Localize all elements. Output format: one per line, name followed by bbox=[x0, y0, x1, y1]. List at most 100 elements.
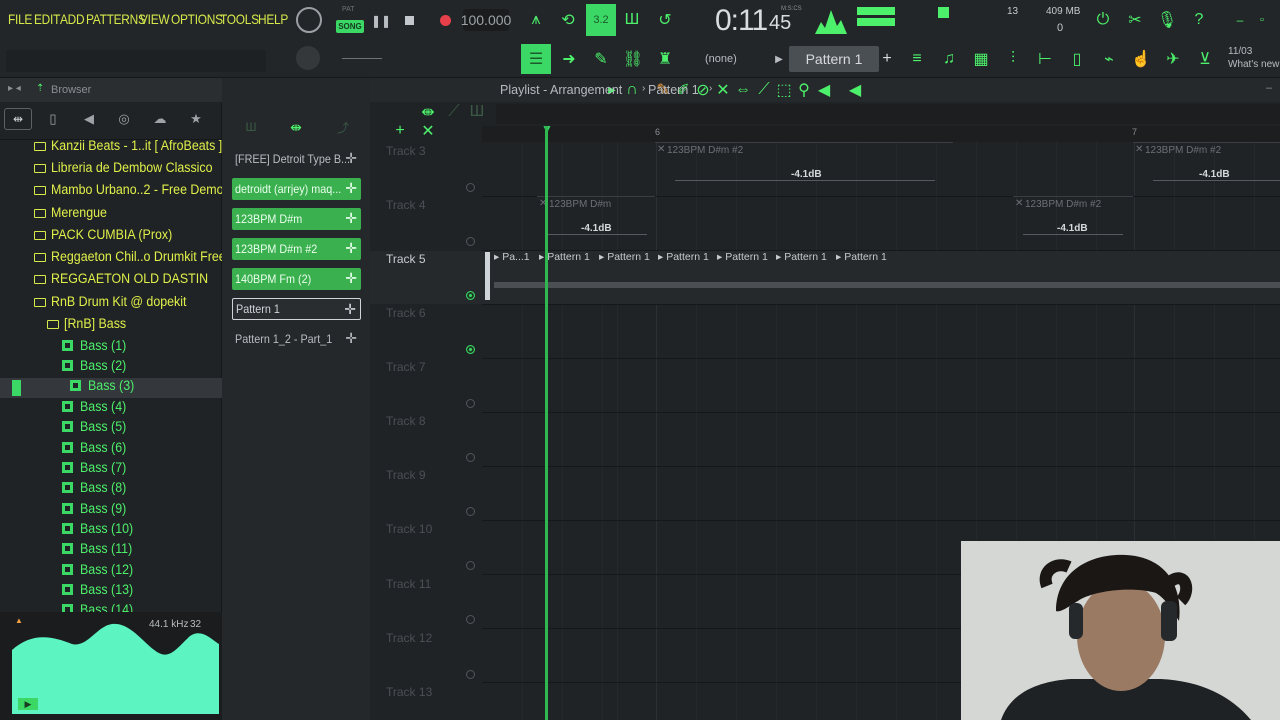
plugin-icon[interactable]: ⌁ bbox=[1097, 48, 1121, 70]
pattern-item[interactable]: Pattern 1_2 - Part_1 ✛ bbox=[232, 328, 361, 350]
track-name[interactable]: Track 11 bbox=[386, 577, 431, 591]
pattern-clip[interactable]: ▸ Pattern 1 bbox=[599, 251, 650, 301]
piano-roll-icon[interactable]: ♫ bbox=[937, 48, 961, 70]
picker-piano-icon[interactable]: Ш bbox=[242, 118, 260, 136]
playlist-icon[interactable]: ≡ bbox=[905, 48, 929, 70]
track-mute-led[interactable] bbox=[466, 237, 475, 246]
play-pattern-icon[interactable]: ▶ bbox=[772, 50, 786, 68]
loop-record-icon[interactable]: ↺ bbox=[652, 10, 678, 30]
picker-audio-icon[interactable]: ⇼ bbox=[285, 118, 307, 136]
remove-track-icon[interactable]: ✕ bbox=[420, 122, 436, 140]
cut-icon[interactable]: ✂ bbox=[1124, 10, 1146, 30]
arrow-right-icon[interactable]: ➜ bbox=[557, 48, 581, 70]
browser-file-item[interactable]: Bass (6) bbox=[0, 440, 222, 460]
track-mute-led[interactable] bbox=[466, 507, 475, 516]
browser-all-tab[interactable]: ⇹ bbox=[4, 108, 32, 130]
pattern-item[interactable]: 123BPM D#m #2 ✛ bbox=[232, 238, 361, 260]
pattern-clip[interactable]: ▸ Pa...1 bbox=[494, 251, 530, 301]
playlist-view-icon[interactable]: ☰ bbox=[521, 44, 551, 74]
select-tool-icon[interactable]: ⬚ bbox=[776, 81, 792, 99]
track-name[interactable]: Track 12 bbox=[386, 631, 432, 645]
browser-file-item[interactable]: Bass (8) bbox=[0, 480, 222, 500]
browser-item[interactable]: PACK CUMBIA (Prox) bbox=[0, 227, 222, 247]
loop-start-marker[interactable] bbox=[485, 252, 490, 300]
channel-rack-icon[interactable]: ▦ bbox=[969, 48, 993, 70]
track-name[interactable]: Track 5 bbox=[386, 252, 426, 266]
step-edit-icon[interactable]: Ш bbox=[620, 10, 644, 30]
pattern-selector[interactable]: Pattern 1 bbox=[789, 46, 879, 72]
browser-item[interactable]: Reggaeton Chil..o Drumkit Free bbox=[0, 249, 226, 269]
menu-file[interactable]: FILE bbox=[8, 11, 32, 27]
preview-play-button[interactable]: ▶ bbox=[18, 698, 38, 710]
browser-file-icon[interactable]: ▯ bbox=[44, 110, 62, 128]
tempo-display[interactable]: 100.000 bbox=[461, 9, 511, 31]
browser-file-item[interactable]: Bass (7) bbox=[0, 460, 222, 480]
link-icon[interactable]: ⛓ bbox=[621, 48, 645, 70]
browser-file-item[interactable]: Bass (9) bbox=[0, 501, 222, 521]
record-button[interactable] bbox=[437, 12, 453, 28]
file-icon[interactable]: ▯ bbox=[1065, 48, 1089, 70]
stop-button[interactable] bbox=[403, 14, 415, 26]
pat-mode-label[interactable]: PAT bbox=[342, 6, 355, 13]
pattern-clip[interactable]: ▸ Pattern 1 bbox=[836, 251, 887, 301]
track-name[interactable]: Track 8 bbox=[386, 414, 426, 428]
browser-item[interactable]: Libreria de Dembow Classico bbox=[0, 160, 222, 180]
playback-tool-icon[interactable]: ◀ bbox=[816, 81, 832, 99]
browser-file-item[interactable]: Bass (11) bbox=[0, 541, 222, 561]
pattern-item-selected[interactable]: Pattern 1 ✛ bbox=[232, 298, 361, 320]
news-text[interactable]: What's new bbox=[1228, 59, 1279, 70]
timeline-ruler[interactable]: 6 7 ▼ bbox=[482, 122, 1280, 142]
pattern-item[interactable]: [FREE] Detroit Type B... ✛ bbox=[232, 148, 361, 170]
menu-help[interactable]: HELP bbox=[258, 11, 288, 27]
touch-icon[interactable]: ☝ bbox=[1129, 48, 1153, 70]
playhead[interactable] bbox=[545, 126, 548, 720]
microphone-icon[interactable]: 🎙 bbox=[1156, 10, 1178, 30]
menu-view[interactable]: VIEW bbox=[140, 11, 170, 27]
pattern-item[interactable]: 123BPM D#m ✛ bbox=[232, 208, 361, 230]
track-mute-led[interactable] bbox=[466, 670, 475, 679]
preview-play-icon[interactable] bbox=[12, 380, 21, 396]
pattern-clip[interactable]: ▸ Pattern 1 bbox=[776, 251, 827, 301]
audio-clip[interactable]: 123BPM D#m #2 ✕ -4.1dB bbox=[655, 142, 953, 192]
pattern-clip[interactable]: ▸ Pattern 1 bbox=[658, 251, 709, 301]
mixer-icon[interactable]: ⫶ bbox=[1001, 48, 1025, 70]
browser-star-icon[interactable]: ★ bbox=[187, 110, 205, 128]
track-name[interactable]: Track 7 bbox=[386, 360, 426, 374]
stamp-icon[interactable]: ♜ bbox=[653, 48, 677, 70]
browser-nav-icons[interactable]: ▸ ◂ bbox=[8, 83, 21, 94]
browser-file-item[interactable]: Bass (5) bbox=[0, 419, 222, 439]
metronome-icon[interactable]: ⩚ bbox=[524, 10, 548, 30]
browser-item[interactable]: Mambo Urbano..2 - Free Demo bbox=[0, 182, 224, 202]
clip-close-icon[interactable]: ✕ bbox=[657, 144, 665, 155]
browser-file-item-selected[interactable]: Bass (3) bbox=[0, 378, 222, 398]
track-mute-led[interactable] bbox=[466, 345, 475, 354]
song-time[interactable]: 0:11 bbox=[715, 4, 768, 38]
news-date[interactable]: 11/03 bbox=[1228, 46, 1252, 57]
browser-item[interactable]: Kanzii Beats - 1..it [ AfroBeats ] bbox=[0, 138, 222, 158]
browser-file-item[interactable]: Bass (12) bbox=[0, 562, 222, 582]
audio-clip[interactable]: 123BPM D#m #2 ✕ -4.1dB bbox=[1133, 142, 1280, 192]
browser-speaker-icon[interactable]: ◀ bbox=[80, 110, 98, 128]
mute-tool-icon[interactable]: ✕ bbox=[715, 81, 731, 99]
browser-item[interactable]: REGGAETON OLD DASTIN bbox=[0, 271, 222, 291]
track-name[interactable]: Track 10 bbox=[386, 522, 432, 536]
master-pitch-slider[interactable] bbox=[342, 58, 382, 59]
track-mute-led[interactable] bbox=[466, 291, 475, 300]
track-name[interactable]: Track 3 bbox=[386, 144, 426, 158]
hierarchy-icon[interactable]: ⊢ bbox=[1033, 48, 1057, 70]
track-mute-led[interactable] bbox=[466, 615, 475, 624]
audio-clip[interactable]: 123BPM D#m #2 ✕ -4.1dB bbox=[1013, 196, 1133, 246]
menu-add[interactable]: ADD bbox=[60, 11, 85, 27]
browser-file-item[interactable]: Bass (14) bbox=[0, 602, 222, 612]
magnet-icon[interactable]: ∩ bbox=[624, 81, 640, 99]
pattern-item[interactable]: 140BPM Fm (2) ✛ bbox=[232, 268, 361, 290]
clip-close-icon[interactable]: ✕ bbox=[1015, 198, 1023, 209]
browser-file-item[interactable]: Bass (4) bbox=[0, 399, 222, 419]
browser-file-item[interactable]: Bass (13) bbox=[0, 582, 222, 602]
track-mute-led[interactable] bbox=[466, 399, 475, 408]
power-icon[interactable]: ⏻ bbox=[1092, 10, 1114, 30]
browser-globe-icon[interactable]: ◎ bbox=[115, 110, 133, 128]
menu-patterns[interactable]: PATTERNS bbox=[86, 11, 146, 27]
browser-item[interactable]: Merengue bbox=[0, 205, 222, 225]
track-mute-led[interactable] bbox=[466, 453, 475, 462]
